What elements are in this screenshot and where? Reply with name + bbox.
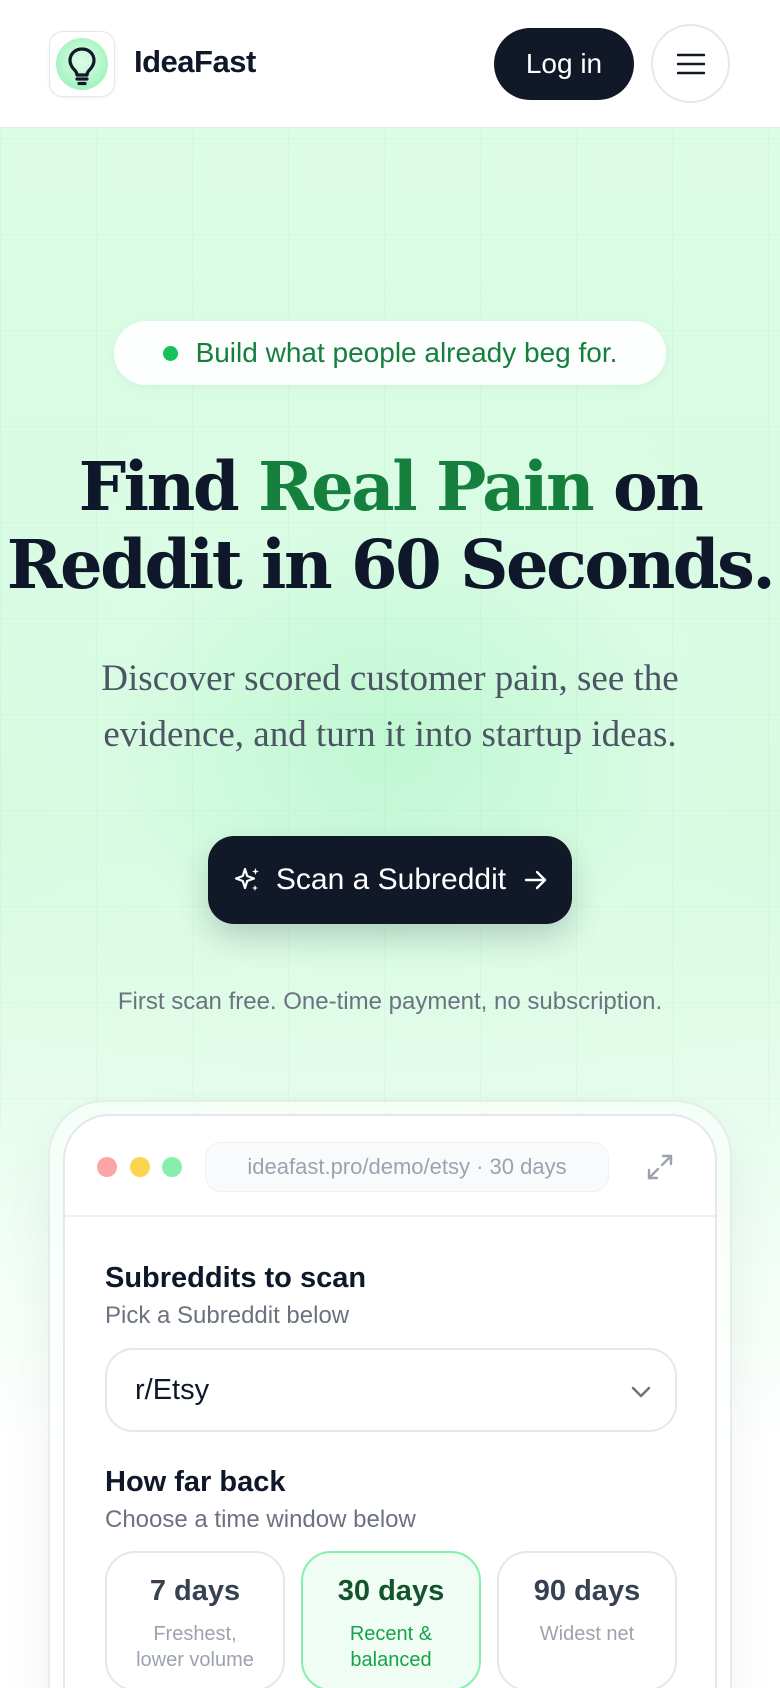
login-button[interactable]: Log in <box>494 28 634 100</box>
subreddits-subtitle: Pick a Subreddit below <box>105 1302 350 1329</box>
pricing-note: First scan free. One-time payment, no su… <box>117 988 663 1015</box>
lightbulb-icon <box>56 38 108 90</box>
menu-button[interactable] <box>651 24 730 103</box>
status-dot-icon <box>162 345 178 361</box>
subreddits-title: Subreddits to scan <box>105 1262 367 1294</box>
timeframe-title: How far back <box>105 1466 286 1498</box>
hamburger-menu-icon <box>676 53 705 74</box>
headline-line-2: Reddit in 60 Seconds. <box>6 525 776 604</box>
hero-grid-pattern <box>0 128 780 1128</box>
timeframe-option-90-days[interactable]: 90 days Widest net <box>497 1551 677 1688</box>
chevron-down-icon <box>631 1386 651 1398</box>
headline-line-1: Find Real Pain on <box>78 447 704 526</box>
expand-icon[interactable] <box>645 1152 675 1182</box>
window-titlebar: ideafast.pro/demo/etsy · 30 days <box>65 1116 715 1217</box>
scan-subreddit-button[interactable]: Scan a Subreddit <box>208 836 572 924</box>
tagline-badge: Build what people already beg for. <box>114 321 666 385</box>
tagline-text: Build what people already beg for. <box>195 337 618 368</box>
hero-subheading: Discover scored customer pain, see the e… <box>101 658 679 755</box>
site-header: IdeaFast Log in <box>0 0 780 128</box>
timeframe-option-7-days[interactable]: 7 days Freshest, lower volume <box>105 1551 285 1688</box>
sparkles-icon <box>234 867 259 891</box>
cta-label: Scan a Subreddit <box>275 863 507 896</box>
hero-headline: Find Real Pain on Reddit in 60 Seconds. <box>0 448 780 604</box>
window-close-dot <box>97 1157 117 1177</box>
selected-subreddit: r/Etsy <box>135 1374 210 1406</box>
timeframe-subtitle: Choose a time window below <box>105 1506 416 1533</box>
subreddit-select[interactable]: r/Etsy <box>105 1348 677 1432</box>
brand-name[interactable]: IdeaFast <box>134 44 256 80</box>
url-bar: ideafast.pro/demo/etsy · 30 days <box>205 1142 609 1192</box>
window-minimize-dot <box>130 1157 150 1177</box>
arrow-right-icon <box>524 870 547 890</box>
demo-window: ideafast.pro/demo/etsy · 30 days Subredd… <box>63 1114 717 1688</box>
window-maximize-dot <box>162 1157 182 1177</box>
logo[interactable] <box>49 31 115 97</box>
timeframe-option-30-days[interactable]: 30 days Recent & balanced <box>301 1551 481 1688</box>
headline-accent: Real Pain <box>258 447 595 526</box>
